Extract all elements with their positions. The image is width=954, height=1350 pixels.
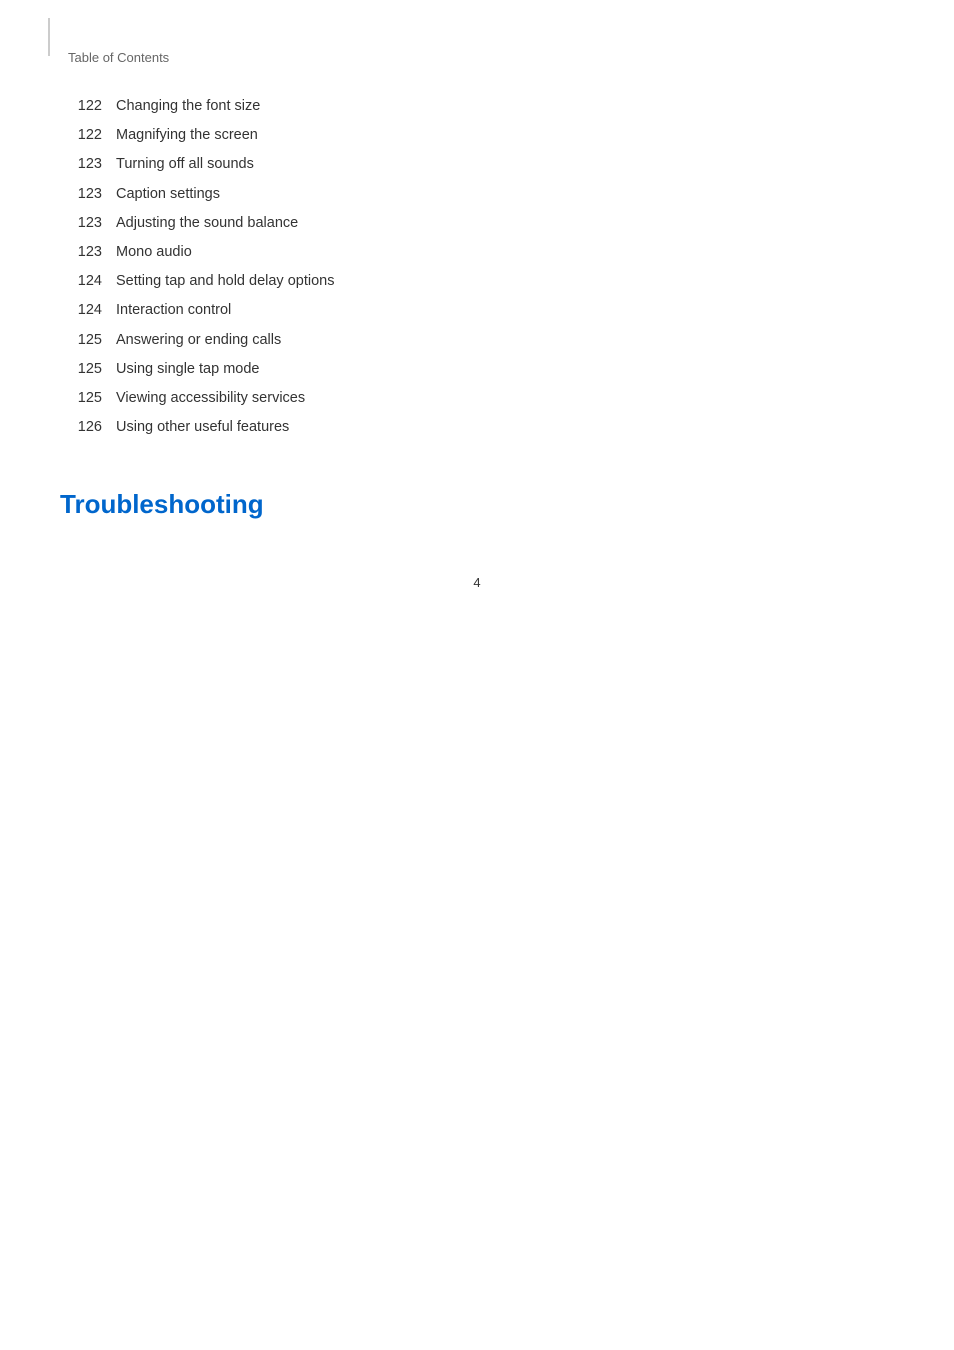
toc-item: 124 Setting tap and hold delay options bbox=[60, 270, 894, 293]
toc-item: 124 Interaction control bbox=[60, 299, 894, 322]
toc-title: Changing the font size bbox=[116, 95, 260, 118]
toc-page-number: 124 bbox=[60, 299, 102, 322]
toc-page-number: 123 bbox=[60, 183, 102, 206]
toc-item: 125 Answering or ending calls bbox=[60, 329, 894, 352]
toc-item: 122 Changing the font size bbox=[60, 95, 894, 118]
toc-page-number: 125 bbox=[60, 329, 102, 352]
toc-page-number: 122 bbox=[60, 124, 102, 147]
toc-item: 123 Mono audio bbox=[60, 241, 894, 264]
toc-page-number: 124 bbox=[60, 270, 102, 293]
toc-title: Turning off all sounds bbox=[116, 153, 254, 176]
toc-list: 122 Changing the font size 122 Magnifying t… bbox=[60, 95, 894, 439]
toc-page-number: 126 bbox=[60, 416, 102, 439]
toc-title: Interaction control bbox=[116, 299, 231, 322]
toc-page-number: 123 bbox=[60, 241, 102, 264]
toc-item: 123 Caption settings bbox=[60, 183, 894, 206]
toc-item: 125 Using single tap mode bbox=[60, 358, 894, 381]
toc-title: Magnifying the screen bbox=[116, 124, 258, 147]
troubleshooting-heading: Troubleshooting bbox=[60, 489, 894, 520]
toc-item: 125 Viewing accessibility services bbox=[60, 387, 894, 410]
toc-page-number: 125 bbox=[60, 387, 102, 410]
toc-title: Mono audio bbox=[116, 241, 192, 264]
toc-title: Using other useful features bbox=[116, 416, 289, 439]
toc-title: Setting tap and hold delay options bbox=[116, 270, 334, 293]
toc-item: 123 Adjusting the sound balance bbox=[60, 212, 894, 235]
toc-page-number: 122 bbox=[60, 95, 102, 118]
toc-item: 122 Magnifying the screen bbox=[60, 124, 894, 147]
toc-item: 123 Turning off all sounds bbox=[60, 153, 894, 176]
toc-title: Adjusting the sound balance bbox=[116, 212, 298, 235]
toc-title: Using single tap mode bbox=[116, 358, 259, 381]
page-number-footer: 4 bbox=[473, 575, 480, 590]
left-border-decoration bbox=[48, 18, 50, 56]
toc-title: Caption settings bbox=[116, 183, 220, 206]
toc-item: 126 Using other useful features bbox=[60, 416, 894, 439]
toc-page-number: 123 bbox=[60, 153, 102, 176]
toc-page-number: 123 bbox=[60, 212, 102, 235]
toc-title: Answering or ending calls bbox=[116, 329, 281, 352]
page-container: Table of Contents 122 Changing the font s… bbox=[0, 0, 954, 620]
toc-page-number: 125 bbox=[60, 358, 102, 381]
table-of-contents-header: Table of Contents bbox=[68, 30, 894, 65]
toc-title: Viewing accessibility services bbox=[116, 387, 305, 410]
